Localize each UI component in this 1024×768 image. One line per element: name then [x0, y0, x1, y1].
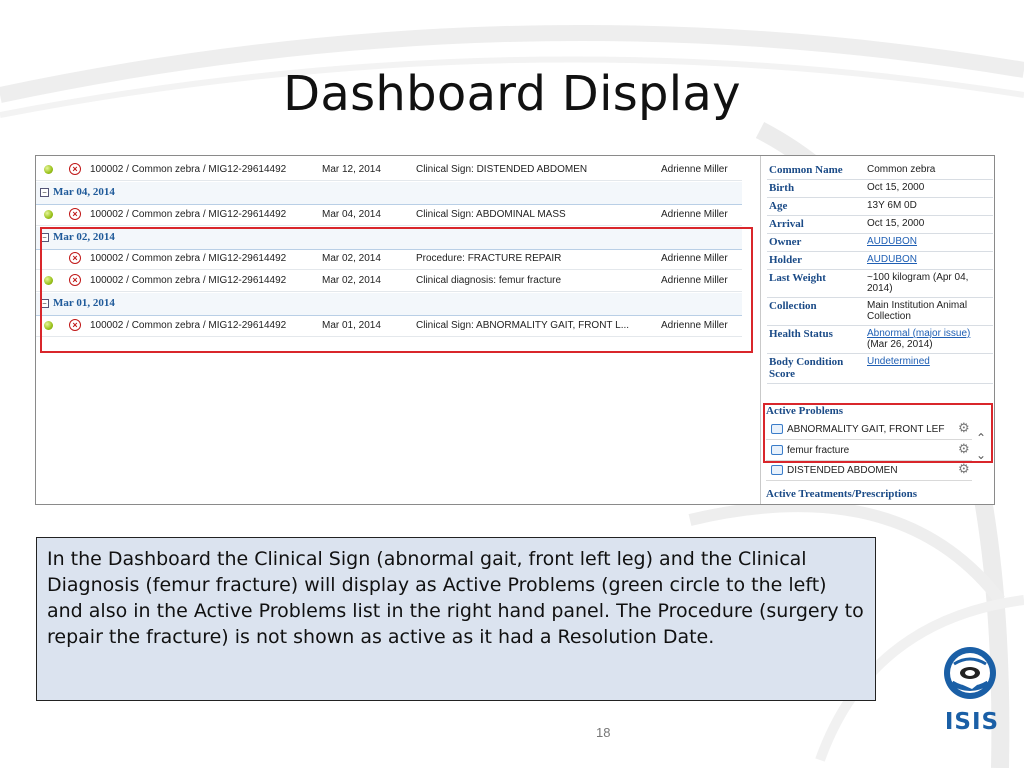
panel-divider — [760, 156, 761, 504]
logo-text: ISIS — [944, 709, 1000, 735]
info-row: Owner AUDUBON — [767, 233, 993, 252]
active-status-icon — [44, 165, 53, 174]
info-row: Health Status Abnormal (major issue) (Ma… — [767, 325, 993, 354]
caption-text: In the Dashboard the Clinical Sign (abno… — [47, 548, 864, 648]
page-number: 18 — [596, 725, 611, 740]
collapse-toggle-icon[interactable]: − — [40, 188, 49, 197]
caption-box: In the Dashboard the Clinical Sign (abno… — [36, 537, 876, 701]
body-condition-link[interactable]: Undetermined — [867, 356, 930, 367]
highlight-box — [40, 227, 753, 353]
gear-icon[interactable]: ⚙ — [958, 462, 970, 475]
active-status-icon — [44, 210, 53, 219]
description-cell[interactable]: Clinical Sign: DISTENDED ABDOMEN — [416, 164, 587, 175]
active-problem-item[interactable]: DISTENDED ABDOMEN ⚙ — [766, 461, 972, 481]
info-row: Body Condition Score Undetermined — [767, 353, 993, 384]
user-cell: Adrienne Miller — [661, 209, 728, 220]
info-row: Age 13Y 6M 0D — [767, 197, 993, 216]
info-row: Holder AUDUBON — [767, 251, 993, 270]
info-row: Birth Oct 15, 2000 — [767, 179, 993, 198]
user-cell: Adrienne Miller — [661, 164, 728, 175]
active-treatments-header: Active Treatments/Prescriptions — [766, 488, 918, 500]
animal-cell[interactable]: 100002 / Common zebra / MIG12-29614492 — [90, 164, 286, 175]
table-row[interactable]: × 100002 / Common zebra / MIG12-29614492… — [36, 158, 742, 181]
date-cell: Mar 04, 2014 — [322, 209, 381, 220]
clinical-events-list: × 100002 / Common zebra / MIG12-29614492… — [36, 156, 758, 504]
health-status-link[interactable]: Abnormal (major issue) — [867, 328, 970, 339]
date-cell: Mar 12, 2014 — [322, 164, 381, 175]
description-cell[interactable]: Clinical Sign: ABDOMINAL MASS — [416, 209, 566, 220]
animal-info-table: Common Name Common zebra Birth Oct 15, 2… — [767, 162, 993, 384]
info-row: Common Name Common zebra — [767, 162, 993, 180]
highlight-box — [763, 403, 993, 463]
table-row[interactable]: × 100002 / Common zebra / MIG12-29614492… — [36, 203, 742, 226]
slide-title: Dashboard Display — [283, 66, 741, 122]
dashboard-screenshot: × 100002 / Common zebra / MIG12-29614492… — [35, 155, 995, 505]
date-group-header[interactable]: − Mar 04, 2014 — [36, 182, 742, 205]
holder-link[interactable]: AUDUBON — [867, 254, 917, 265]
comment-icon — [771, 465, 783, 475]
info-row: Collection Main Institution Animal Colle… — [767, 297, 993, 326]
delete-icon[interactable]: × — [69, 163, 81, 175]
animal-cell[interactable]: 100002 / Common zebra / MIG12-29614492 — [90, 209, 286, 220]
owner-link[interactable]: AUDUBON — [867, 236, 917, 247]
animal-summary-panel: Common Name Common zebra Birth Oct 15, 2… — [763, 156, 994, 504]
info-row: Arrival Oct 15, 2000 — [767, 215, 993, 234]
delete-icon[interactable]: × — [69, 208, 81, 220]
info-row: Last Weight ~100 kilogram (Apr 04, 2014) — [767, 269, 993, 298]
